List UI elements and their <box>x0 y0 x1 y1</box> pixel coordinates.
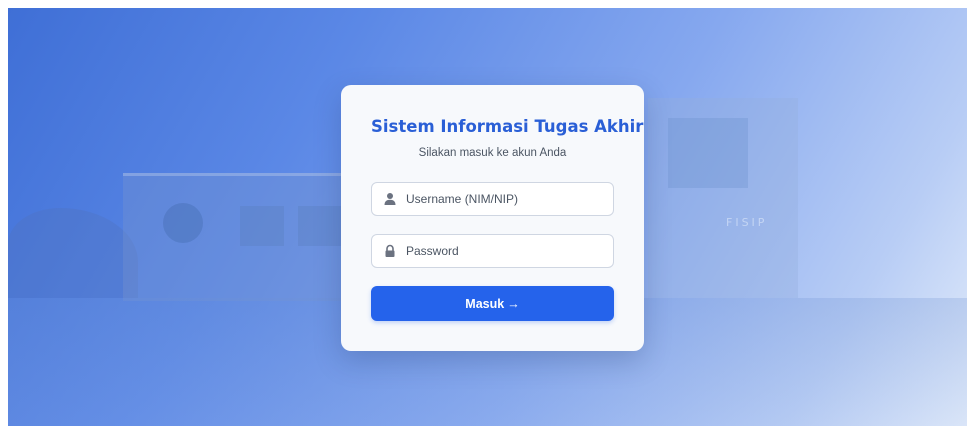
login-button-label: Masuk <box>465 296 505 311</box>
password-field[interactable] <box>371 234 614 268</box>
arrow-right-icon: → <box>507 296 520 311</box>
username-input[interactable] <box>406 183 606 215</box>
password-input[interactable] <box>406 235 606 267</box>
page-title: Sistem Informasi Tugas Akhir <box>371 117 644 136</box>
login-button[interactable]: Masuk → <box>371 286 614 321</box>
lock-icon <box>385 244 395 257</box>
page-subtitle: Silakan masuk ke akun Anda <box>418 147 567 159</box>
user-icon <box>384 193 396 205</box>
background-campus-logo <box>163 203 203 243</box>
background-building-sign: FISIP <box>726 216 768 229</box>
background-building-panel <box>668 118 748 188</box>
background-trees <box>8 208 138 298</box>
username-field[interactable] <box>371 182 614 216</box>
login-card: Sistem Informasi Tugas Akhir Silakan mas… <box>341 85 644 351</box>
background-window <box>298 206 342 246</box>
login-page-background: FISIP Sistem Informasi Tugas Akhir Silak… <box>8 8 967 426</box>
background-window <box>240 206 284 246</box>
